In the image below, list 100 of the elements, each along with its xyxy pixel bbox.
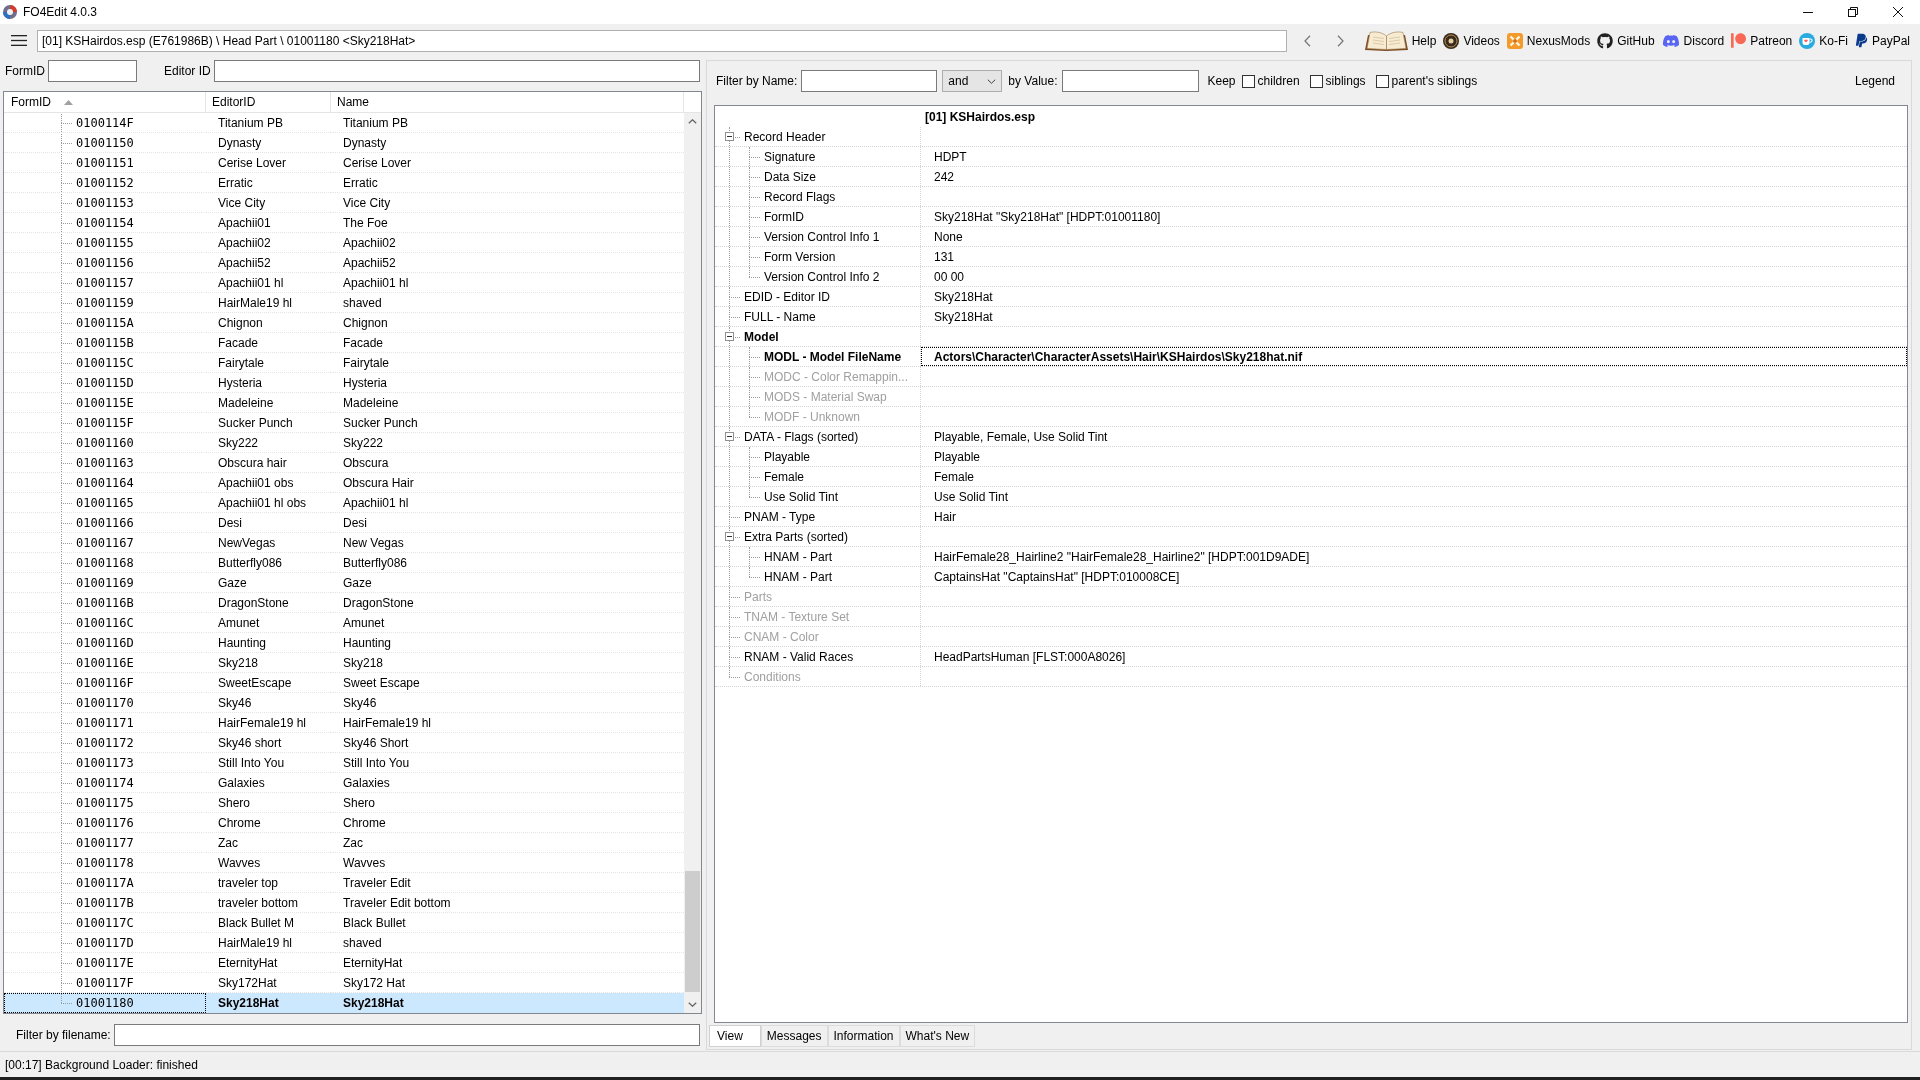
list-row[interactable]: 0100115D Hysteria Hysteria (4, 373, 684, 393)
filter-input[interactable] (213, 60, 700, 82)
list-row[interactable]: 01001155 Apachii02 Apachii02 (4, 233, 684, 253)
node-label[interactable]: Data Size (764, 169, 817, 184)
list-row[interactable]: 01001151 Cerise Lover Cerise Lover (4, 153, 684, 173)
list-row[interactable]: 01001174 Galaxies Galaxies (4, 773, 684, 793)
list-row[interactable]: 0100114F Titanium PB Titanium PB (4, 113, 684, 133)
list-row[interactable]: 01001171 HairFemale19 hl HairFemale19 hl (4, 713, 684, 733)
filter-input[interactable] (48, 60, 137, 82)
checkbox-label[interactable]: children (1257, 74, 1300, 88)
tree-row[interactable]: Signature HDPT (715, 147, 1907, 167)
tree-row[interactable]: Extra Parts (sorted) (715, 527, 1907, 547)
list-row[interactable]: 01001167 NewVegas New Vegas (4, 533, 684, 553)
collapse-icon[interactable] (725, 132, 734, 141)
list-row[interactable]: 01001168 Butterfly086 Butterfly086 (4, 553, 684, 573)
node-label[interactable]: EDID - Editor ID (744, 289, 830, 304)
node-label[interactable]: Record Flags (764, 189, 836, 204)
tree-row[interactable]: Data Size 242 (715, 167, 1907, 187)
checkbox-label[interactable]: siblings (1325, 74, 1366, 88)
list-row[interactable]: 0100117E EternityHat EternityHat (4, 953, 684, 973)
list-row[interactable]: 01001175 Shero Shero (4, 793, 684, 813)
checkbox[interactable] (1309, 74, 1323, 88)
tree-row[interactable]: MODL - Model FileName Actors\Character\CharacterAssets\Hair\KSHairdos\Sky218hat.nif (715, 347, 1907, 367)
tree-row[interactable]: FULL - Name Sky218Hat (715, 307, 1907, 327)
tree-row[interactable]: RNAM - Valid Races HeadPartsHuman [FLST:000A8026] (715, 647, 1907, 667)
tree-row[interactable]: Form Version 131 (715, 247, 1907, 267)
list-row[interactable]: 01001163 Obscura hair Obscura (4, 453, 684, 473)
node-label[interactable]: FULL - Name (744, 309, 816, 324)
tree-row[interactable]: HNAM - Part CaptainsHat "CaptainsHat" [HDPT:010008CE] (715, 567, 1907, 587)
list-row[interactable]: 0100116F SweetEscape Sweet Escape (4, 673, 684, 693)
list-row[interactable]: 01001150 Dynasty Dynasty (4, 133, 684, 153)
list-row[interactable]: 0100116D Haunting Haunting (4, 633, 684, 653)
tree-row[interactable]: PNAM - Type Hair (715, 507, 1907, 527)
node-label[interactable]: Signature (764, 149, 816, 164)
node-label[interactable]: Version Control Info 2 (764, 269, 880, 284)
tree-row[interactable]: HNAM - Part HairFemale28_Hairline2 "HairFemale28_Hairline2" [HDPT:001D9ADE] (715, 547, 1907, 567)
operator-dropdown[interactable]: and (942, 70, 1003, 92)
list-row[interactable]: 0100116B DragonStone DragonStone (4, 593, 684, 613)
checkbox[interactable] (1375, 74, 1389, 88)
node-label[interactable]: Version Control Info 1 (764, 229, 880, 244)
scroll-thumb[interactable] (685, 871, 700, 992)
list-row[interactable]: 0100115E Madeleine Madeleine (4, 393, 684, 413)
name-filter-input[interactable] (801, 70, 938, 92)
toolbar-link[interactable]: Videos (1443, 29, 1500, 52)
collapse-icon[interactable] (725, 532, 734, 541)
list-row[interactable]: 01001173 Still Into You Still Into You (4, 753, 684, 773)
node-label[interactable]: HNAM - Part (764, 569, 832, 584)
node-label[interactable]: FormID (764, 209, 804, 224)
list-row[interactable]: 0100116C Amunet Amunet (4, 613, 684, 633)
list-row[interactable]: 01001154 Apachii01 The Foe (4, 213, 684, 233)
list-row[interactable]: 01001160 Sky222 Sky222 (4, 433, 684, 453)
tab[interactable]: Information (827, 1025, 900, 1047)
toolbar-link[interactable]: Ko-Fi (1799, 29, 1848, 52)
list-row[interactable]: 0100117B traveler bottom Traveler Edit bottom (4, 893, 684, 913)
tree-row[interactable]: Record Header (715, 127, 1907, 147)
list-row[interactable]: 01001159 HairMale19 hl shaved (4, 293, 684, 313)
list-row[interactable]: 01001164 Apachii01 obs Obscura Hair (4, 473, 684, 493)
vertical-scrollbar[interactable] (684, 113, 701, 1013)
tree-row[interactable]: Version Control Info 1 None (715, 227, 1907, 247)
list-row[interactable]: 01001156 Apachii52 Apachii52 (4, 253, 684, 273)
tab[interactable]: View (709, 1025, 761, 1047)
list-row[interactable]: 01001157 Apachii01 hl Apachii01 hl (4, 273, 684, 293)
path-field[interactable]: [01] KSHairdos.esp (E761986B) \ Head Part \ 01001180 <Sky218Hat> (37, 29, 1287, 52)
tree-row[interactable]: Use Solid Tint Use Solid Tint (715, 487, 1907, 507)
column-header[interactable]: EditorID (206, 92, 331, 112)
legend-button[interactable]: Legend (1854, 74, 1895, 88)
value-filter-input[interactable] (1061, 70, 1199, 92)
list-row[interactable]: 01001172 Sky46 short Sky46 Short (4, 733, 684, 753)
node-label[interactable]: PNAM - Type (744, 509, 816, 524)
node-label[interactable]: Record Header (744, 129, 826, 144)
list-row[interactable]: 0100115F Sucker Punch Sucker Punch (4, 413, 684, 433)
list-row[interactable]: 01001178 Wavves Wavves (4, 853, 684, 873)
toolbar-link[interactable]: Patreon (1731, 29, 1793, 52)
list-row[interactable]: 0100117D HairMale19 hl shaved (4, 933, 684, 953)
tree-row[interactable]: DATA - Flags (sorted) Playable, Female, Use Solid Tint (715, 427, 1907, 447)
tree-row[interactable]: FormID Sky218Hat "Sky218Hat" [HDPT:01001180] (715, 207, 1907, 227)
list-row[interactable]: 0100115A Chignon Chignon (4, 313, 684, 333)
list-row[interactable]: 01001180 Sky218Hat Sky218Hat (4, 993, 684, 1013)
checkbox-label[interactable]: parent's siblings (1391, 74, 1478, 88)
node-label[interactable]: Female (764, 469, 804, 484)
toolbar-link[interactable]: Discord (1661, 29, 1725, 52)
node-label[interactable]: MODL - Model FileName (764, 349, 902, 364)
list-row[interactable]: 01001177 Zac Zac (4, 833, 684, 853)
list-row[interactable]: 01001153 Vice City Vice City (4, 193, 684, 213)
tree-row[interactable]: Model (715, 327, 1907, 347)
list-row[interactable]: 0100117A traveler top Traveler Edit (4, 873, 684, 893)
node-label[interactable]: RNAM - Valid Races (744, 649, 854, 664)
node-label[interactable]: Form Version (764, 249, 836, 264)
toolbar-link[interactable]: PayPal (1854, 29, 1910, 52)
tree-row[interactable]: Playable Playable (715, 447, 1907, 467)
node-label[interactable]: Use Solid Tint (764, 489, 839, 504)
tree-row[interactable]: Record Flags (715, 187, 1907, 207)
toolbar-link[interactable]: GitHub (1597, 29, 1655, 52)
node-label[interactable]: HNAM - Part (764, 549, 832, 564)
toolbar-link[interactable]: NexusMods (1506, 29, 1591, 52)
tree-row[interactable]: Female Female (715, 467, 1907, 487)
node-label[interactable]: Extra Parts (sorted) (744, 529, 849, 544)
tab[interactable]: What's New (899, 1025, 976, 1047)
list-row[interactable]: 0100115C Fairytale Fairytale (4, 353, 684, 373)
collapse-icon[interactable] (725, 432, 734, 441)
